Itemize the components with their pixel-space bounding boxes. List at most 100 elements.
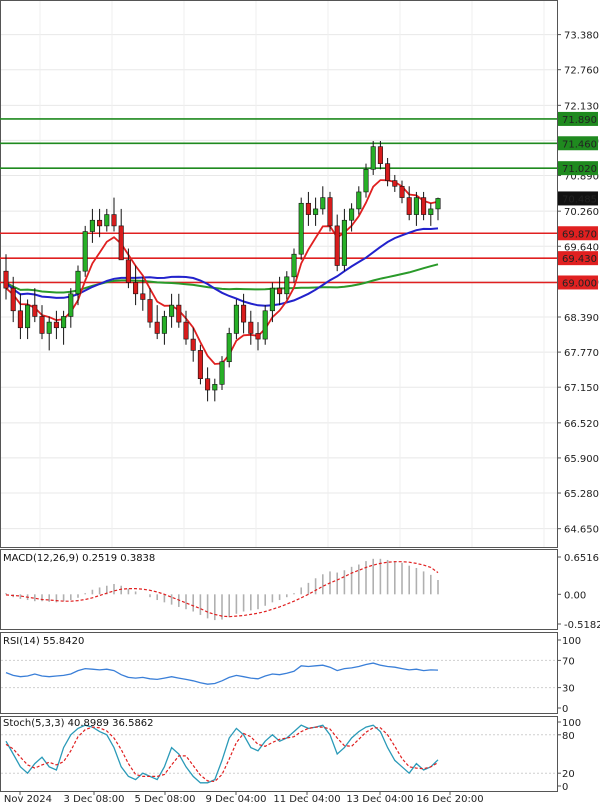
date-tick-label: 16 Dec 20:00 [416,794,483,805]
forex-chart: 73.38072.76072.13071.51070.89070.26069.6… [0,0,600,805]
candle-body [363,168,369,193]
macd-tick-label: 0.00 [564,590,586,601]
candle-body [140,293,146,300]
price-tick-label: 68.390 [564,313,599,324]
stoch-tick-label: 20 [562,769,575,780]
level-label: 69.000 [562,278,597,289]
candle-body [327,197,333,227]
candle-body [334,225,340,266]
candle-body [17,310,23,329]
candle-body [356,191,362,210]
candle-body [111,214,117,227]
rsi-tick-label: 100 [562,636,581,647]
price-tick-label: 66.520 [564,419,599,430]
candle-body [75,270,81,295]
chart-svg: 73.38072.76072.13071.51070.89070.26069.6… [0,0,600,805]
date-tick-label: 3 Dec 08:00 [64,794,125,805]
date-tick-label: 11 Dec 04:00 [273,794,340,805]
candle-body [32,304,38,317]
level-label: 71.460 [562,139,597,150]
candle-body [435,198,441,210]
macd-tick-label: 0.6516 [564,553,599,564]
macd-label: MACD(12,26,9) 0.2519 0.3838 [3,553,155,564]
candle-body [313,208,319,215]
panel-frame-price [0,0,558,548]
candle-body [82,231,88,272]
candle-body [385,163,391,181]
candle-body [269,287,275,312]
candle-body [320,197,326,210]
candle-body [406,197,412,215]
candle [262,305,268,345]
candle-body [183,321,189,340]
level-label: 69.870 [562,229,597,240]
candle-body [349,208,355,221]
price-tick-label: 64.650 [564,525,599,536]
candle-body [161,316,167,334]
candle-body [68,293,74,317]
candle-body [25,304,31,329]
candle-body [241,304,247,323]
candle [327,191,333,232]
candle-body [305,202,311,215]
candle-body [421,197,427,215]
candle-body [341,219,347,266]
candle-body [284,276,290,295]
candle-body [377,146,383,164]
current-price-label: 70.485 [562,194,597,205]
candle-body [39,316,45,334]
candle-body [428,208,434,215]
candle-body [133,282,139,295]
rsi-tick-label: 70 [562,656,575,667]
candle-body [277,287,283,295]
candle-body [190,338,196,351]
rsi-tick-label: 30 [562,684,575,695]
candle-body [147,299,153,323]
candle-body [3,270,9,289]
price-tick-label: 70.260 [564,207,599,218]
candle [197,344,203,385]
candle-body [413,197,419,215]
date-tick-label: 13 Dec 04:00 [346,794,413,805]
level-label: 71.020 [562,164,597,175]
candle-body [104,214,110,227]
candle-body [219,361,225,385]
stoch-tick-label: 100 [562,718,581,729]
date-tick-label: 5 Dec 08:00 [135,794,196,805]
level-label: 69.430 [562,254,597,265]
price-tick-label: 73.380 [564,31,599,42]
candle-body [53,321,59,329]
candle-body [176,304,182,323]
macd-tick-label: -0.5182 [564,620,600,631]
price-tick-label: 67.770 [564,348,599,359]
candle-body [97,219,103,227]
candle [82,225,88,277]
candle-body [205,378,211,391]
candle-body [169,304,175,317]
candle-body [399,185,405,198]
stoch-tick-label: 80 [562,731,575,742]
candle-body [248,321,254,334]
price-tick-label: 67.150 [564,383,599,394]
candle-body [10,287,16,312]
candle-body [61,316,67,329]
stoch-tick-label: 0 [562,782,568,793]
candle-body [370,146,376,170]
candle [226,327,232,368]
candle-body [255,333,261,340]
price-tick-label: 65.900 [564,454,599,465]
candle [233,299,239,340]
candle [298,197,304,260]
candle-body [291,253,297,278]
rsi-tick-label: 0 [562,704,568,715]
candle-body [212,384,218,391]
candle-body [226,333,232,363]
level-label: 71.890 [562,115,597,126]
date-tick-label: 9 Dec 04:00 [206,794,267,805]
candle-body [392,180,398,187]
price-tick-label: 65.280 [564,489,599,500]
candle-body [197,350,203,380]
candle-body [89,219,95,232]
date-tick-label: 29 Nov 2024 [0,794,52,805]
candle-body [298,202,304,255]
